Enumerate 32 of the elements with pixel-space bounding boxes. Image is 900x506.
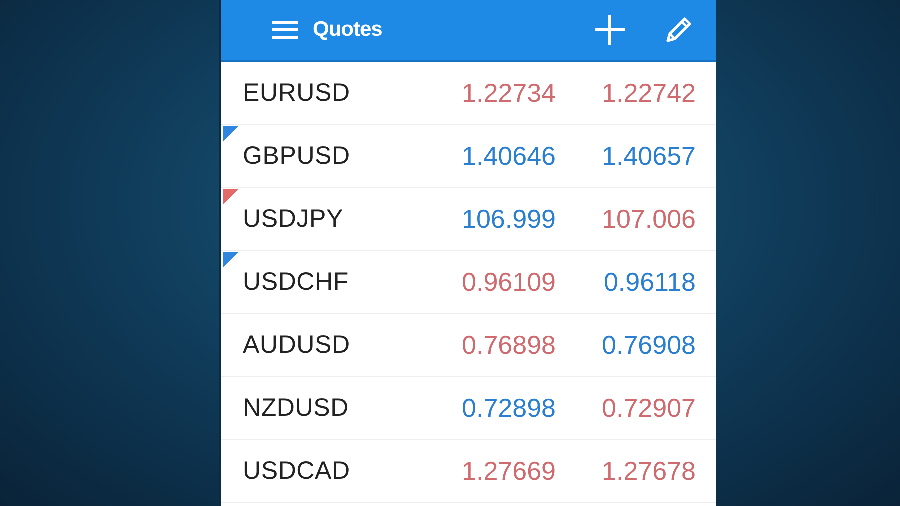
quote-row[interactable]: AUDUSD 0.76898 0.76908 xyxy=(221,314,716,377)
ask-price: 1.40657 xyxy=(601,140,696,172)
bid-price: 1.22734 xyxy=(461,78,556,108)
bid-price: 0.96109 xyxy=(461,266,556,298)
bid-price: 1.27669 xyxy=(461,456,556,486)
quote-row[interactable]: USDJPY 106.999 107.006 xyxy=(221,188,716,251)
quote-row[interactable]: USDCHF 0.96109 0.96118 xyxy=(221,251,716,314)
bid-price: 0.76898 xyxy=(461,330,556,360)
screen-title: Quotes xyxy=(313,18,382,42)
pencil-icon[interactable] xyxy=(664,15,694,45)
ask-price: 0.76908 xyxy=(601,330,696,360)
ask-price: 1.27678 xyxy=(601,456,696,486)
symbol-name: USDJPY xyxy=(243,204,344,234)
symbol-name: GBPUSD xyxy=(243,142,352,170)
ask-price: 1.22742 xyxy=(601,78,696,108)
bid-price: 0.72898 xyxy=(461,392,556,424)
quote-row[interactable]: NZDUSD 0.72898 0.72907 xyxy=(221,377,716,440)
bid-price: 1.40646 xyxy=(461,140,556,172)
quote-row[interactable]: EURUSD 1.22734 1.22742 xyxy=(221,62,716,125)
symbol-name: EURUSD xyxy=(243,78,352,108)
bid-price: 106.999 xyxy=(461,204,556,234)
quote-row[interactable]: USDCAD 1.27669 1.27678 xyxy=(221,440,716,503)
add-icon[interactable] xyxy=(594,14,626,46)
quote-row[interactable]: GBPUSD 1.40646 1.40657 xyxy=(221,125,716,188)
menu-icon[interactable] xyxy=(271,20,299,40)
symbol-name: NZDUSD xyxy=(243,394,350,422)
ask-price: 107.006 xyxy=(601,204,696,234)
symbol-name: AUDUSD xyxy=(243,330,352,360)
symbol-name: USDCHF xyxy=(243,268,350,296)
ask-price: 0.72907 xyxy=(601,392,696,424)
ask-price: 0.96118 xyxy=(602,266,696,298)
symbol-name: USDCAD xyxy=(243,456,352,486)
